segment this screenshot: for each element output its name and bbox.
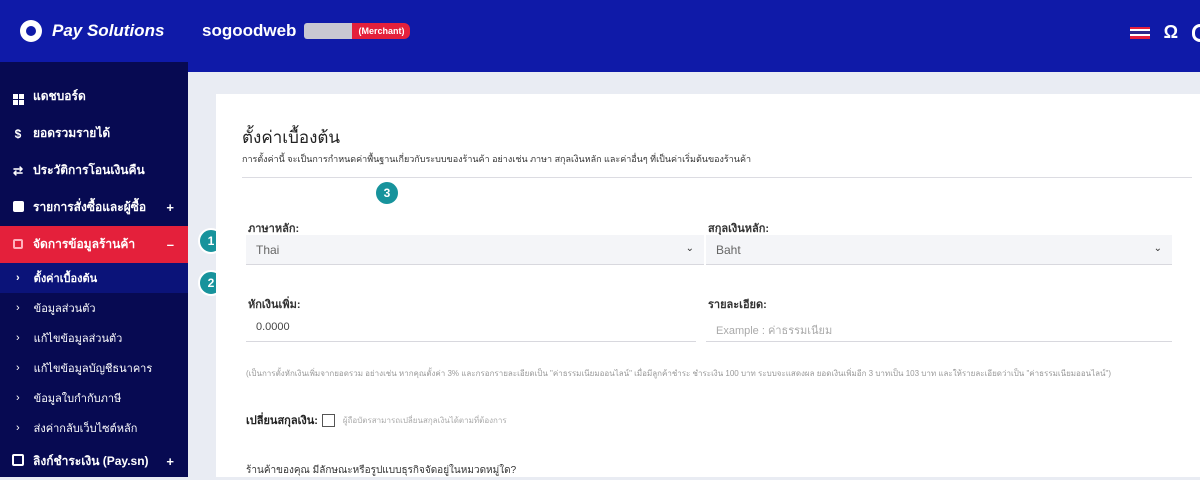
dollar-icon: $ xyxy=(14,126,22,141)
chevron-down-icon: ⌄ xyxy=(685,243,694,254)
change-currency-note: ผู้ถือบัตรสามารถเปลี่ยนสกุลเงินได้ตามที่… xyxy=(342,415,507,425)
sidebar-subitem-label: ข้อมูลส่วนตัว xyxy=(33,303,96,315)
sidebar-subitem-tax-invoice[interactable]: › ข้อมูลใบกำกับภาษี xyxy=(0,383,188,413)
headset-icon[interactable]: Ω xyxy=(1164,22,1178,43)
collapse-icon: – xyxy=(166,237,174,252)
header-strip xyxy=(188,62,1200,72)
change-currency-checkbox[interactable] xyxy=(321,413,335,427)
chevron-right-icon: › xyxy=(16,302,20,314)
chevron-right-icon: › xyxy=(16,362,20,374)
merchant-badge: (Merchant) xyxy=(352,23,411,39)
sidebar-item-shop-management[interactable]: จัดการข้อมูลร้านค้า – xyxy=(0,226,188,263)
page-description: การตั้งค่านี้ จะเป็นการกำหนดค่าพื้นฐานเก… xyxy=(242,154,752,164)
brand-logo-icon xyxy=(20,20,42,42)
sidebar-item-label: ประวัติการโอนเงินคืน xyxy=(33,163,145,177)
sidebar-subitem-label: แก้ไขข้อมูลบัญชีธนาคาร xyxy=(33,363,153,375)
sidebar-subitem-basic-settings[interactable]: › ตั้งค่าเบื้องต้น xyxy=(0,263,188,293)
shop-name: sogoodweb xyxy=(202,21,297,40)
extra-fee-input[interactable]: 0.0000 xyxy=(246,312,696,342)
business-category-question: ร้านค้าของคุณ มีลักษณะหรือรูปแบบธุรกิจจั… xyxy=(246,465,517,476)
sidebar-item-label: ยอดรวมรายได้ xyxy=(33,126,111,140)
user-menu-icon[interactable] xyxy=(1192,23,1200,42)
detail-label: รายละเอียด: xyxy=(708,299,767,311)
language-value: Thai xyxy=(256,243,280,257)
currency-select[interactable]: Baht ⌄ xyxy=(706,235,1172,265)
sidebar-subitem-label: ส่งค่ากลับเว็บไซต์หลัก xyxy=(33,423,138,435)
brand[interactable]: Pay Solutions xyxy=(0,0,188,62)
page-title: ตั้งค่าเบื้องต้น xyxy=(242,128,341,147)
detail-input[interactable]: Example : ค่าธรรมเนียม xyxy=(706,312,1172,342)
divider xyxy=(242,177,1192,178)
chevron-right-icon: › xyxy=(16,422,20,434)
sidebar-subitem-label: ข้อมูลใบกำกับภาษี xyxy=(33,393,122,405)
expand-icon: + xyxy=(166,454,174,469)
dashboard-icon xyxy=(12,88,24,105)
sidebar-subitem-edit-profile[interactable]: › แก้ไขข้อมูลส่วนตัว xyxy=(0,323,188,353)
shop-icon xyxy=(12,238,24,252)
change-currency-label: เปลี่ยนสกุลเงิน: xyxy=(246,415,318,427)
sidebar-subitem-label: ตั้งค่าเบื้องต้น xyxy=(33,273,98,285)
top-bar: Pay Solutions sogoodweb (Merchant) Ω xyxy=(0,0,1200,62)
fee-hint: (เป็นการตั้งหักเงินเพิ่มจากยอดรวม อย่างเ… xyxy=(246,369,1112,378)
link-payment-icon xyxy=(12,454,24,469)
document-icon xyxy=(12,200,24,215)
sidebar-item-label: จัดการข้อมูลร้านค้า xyxy=(33,237,136,251)
chevron-right-icon: › xyxy=(16,272,20,284)
change-currency-row: เปลี่ยนสกุลเงิน: ผู้ถือบัตรสามารถเปลี่ยน… xyxy=(246,411,507,429)
sidebar-item-orders[interactable]: รายการสั่งซื้อและผู้ซื้อ + xyxy=(0,189,188,226)
sidebar-subitem-return-url[interactable]: › ส่งค่ากลับเว็บไซต์หลัก xyxy=(0,413,188,443)
sidebar-subitem-profile[interactable]: › ข้อมูลส่วนตัว xyxy=(0,293,188,323)
extra-fee-label: หักเงินเพิ่ม: xyxy=(248,299,301,311)
sidebar-item-label: แดชบอร์ด xyxy=(33,89,86,103)
brand-name: Pay Solutions xyxy=(52,21,165,40)
sidebar-item-label: ลิงก์ชำระเงิน (Pay.sn) xyxy=(33,454,149,468)
sidebar-item-payment-link[interactable]: ลิงก์ชำระเงิน (Pay.sn) + xyxy=(0,443,188,480)
currency-value: Baht xyxy=(716,243,741,257)
step-badge-3: 3 xyxy=(374,180,400,206)
sidebar-item-dashboard[interactable]: แดชบอร์ด xyxy=(0,78,188,115)
sidebar-item-revenue[interactable]: $ ยอดรวมรายได้ xyxy=(0,115,188,152)
sidebar-subitem-label: แก้ไขข้อมูลส่วนตัว xyxy=(33,333,123,345)
sidebar-item-label: รายการสั่งซื้อและผู้ซื้อ xyxy=(33,200,147,214)
language-select[interactable]: Thai ⌄ xyxy=(246,235,704,265)
sidebar-subitem-bank-account[interactable]: › แก้ไขข้อมูลบัญชีธนาคาร xyxy=(0,353,188,383)
transfer-icon: ⇄ xyxy=(12,163,24,178)
masked-id xyxy=(304,23,353,39)
main-panel: ตั้งค่าเบื้องต้น การตั้งค่านี้ จะเป็นการ… xyxy=(216,94,1200,477)
chevron-down-icon: ⌄ xyxy=(1153,243,1162,254)
expand-icon: + xyxy=(166,200,174,215)
chevron-right-icon: › xyxy=(16,392,20,404)
sidebar-item-refunds[interactable]: ⇄ ประวัติการโอนเงินคืน xyxy=(0,152,188,189)
chevron-right-icon: › xyxy=(16,332,20,344)
sidebar: แดชบอร์ด $ ยอดรวมรายได้ ⇄ ประวัติการโอนเ… xyxy=(0,62,188,477)
thai-flag-icon[interactable] xyxy=(1129,26,1150,39)
